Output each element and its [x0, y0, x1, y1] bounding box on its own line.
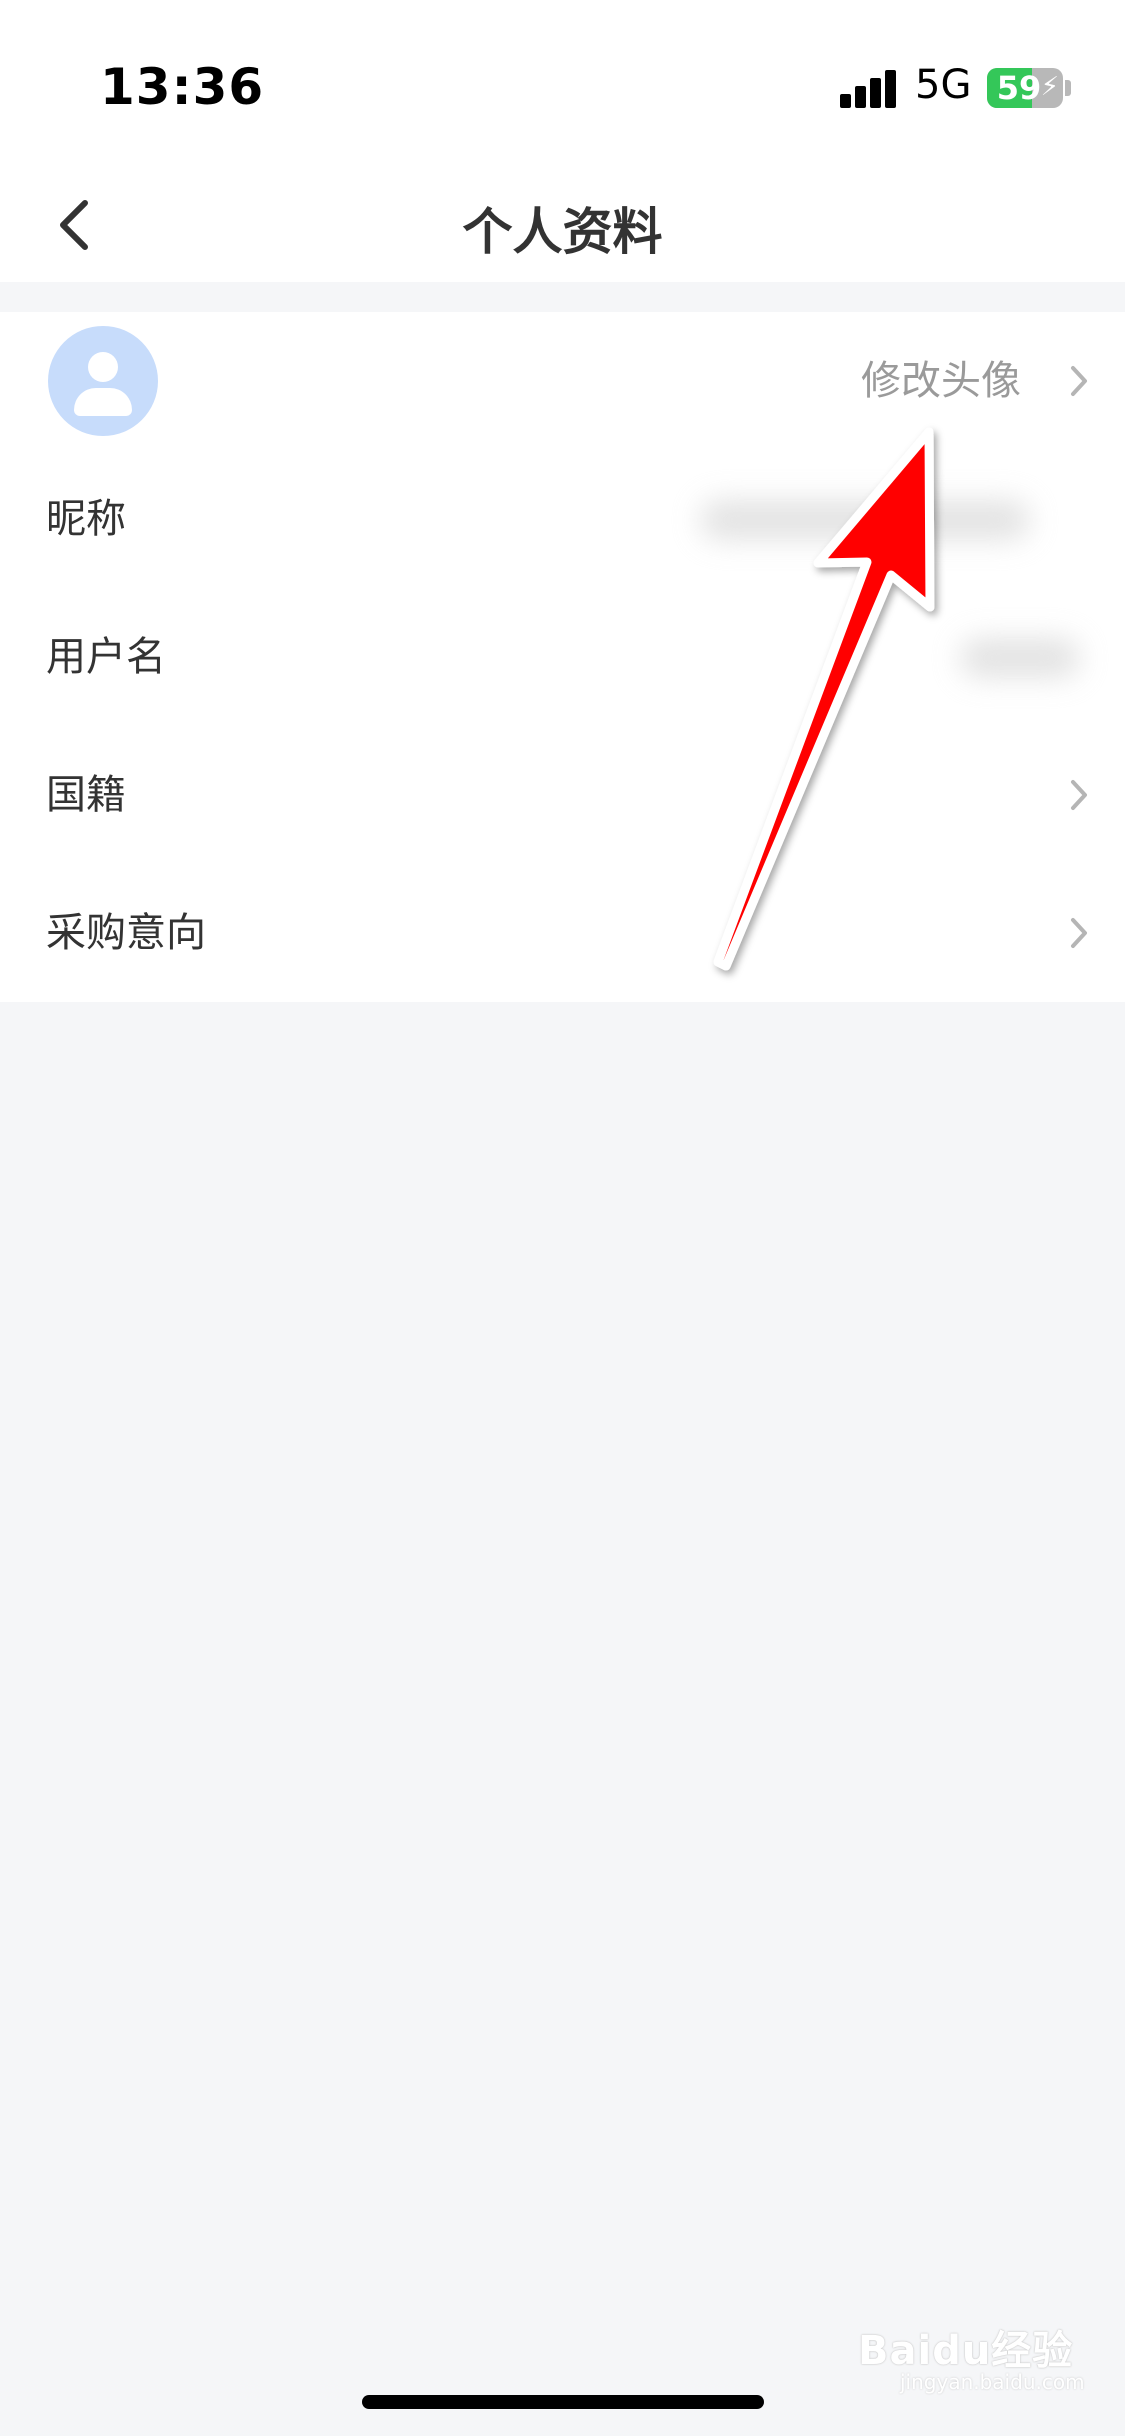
nickname-row[interactable]: 昵称 [0, 450, 1125, 588]
nickname-label: 昵称 [46, 496, 126, 542]
user-icon-head [88, 352, 118, 382]
battery-cap [1065, 80, 1071, 96]
user-icon-body [74, 388, 132, 416]
home-indicator[interactable] [362, 2395, 764, 2409]
purchase-intention-label: 采购意向 [46, 910, 206, 956]
nav-bar: 个人资料 [0, 170, 1125, 282]
username-value-blurred [960, 638, 1080, 678]
avatar-row[interactable]: 修改头像 [0, 312, 1125, 450]
nationality-label: 国籍 [46, 772, 126, 818]
watermark-logo: Baidu经验 [858, 2328, 1074, 2374]
network-type: 5G [915, 62, 972, 108]
battery-icon: 59 ⚡ [987, 68, 1063, 108]
purchase-intention-row[interactable]: 采购意向 [0, 864, 1125, 1002]
status-time: 13:36 [100, 58, 265, 116]
page-title: 个人资料 [462, 203, 663, 261]
charging-bolt-icon: ⚡ [1040, 72, 1059, 102]
chevron-right-icon [1071, 780, 1087, 810]
status-bar: 13:36 5G 59 ⚡ [0, 0, 1125, 170]
watermark-url: jingyan.baidu.com [900, 2370, 1085, 2394]
username-label: 用户名 [46, 634, 166, 680]
username-row[interactable]: 用户名 [0, 588, 1125, 726]
chevron-right-icon [1071, 918, 1087, 948]
nationality-row[interactable]: 国籍 [0, 726, 1125, 864]
edit-avatar-label[interactable]: 修改头像 [861, 312, 1021, 450]
nickname-value-blurred [700, 500, 1030, 540]
profile-list: 修改头像 昵称 用户名 国籍 采购意向 [0, 312, 1125, 1002]
chevron-right-icon [1071, 366, 1087, 396]
avatar[interactable] [48, 326, 158, 436]
signal-icon [840, 68, 900, 108]
